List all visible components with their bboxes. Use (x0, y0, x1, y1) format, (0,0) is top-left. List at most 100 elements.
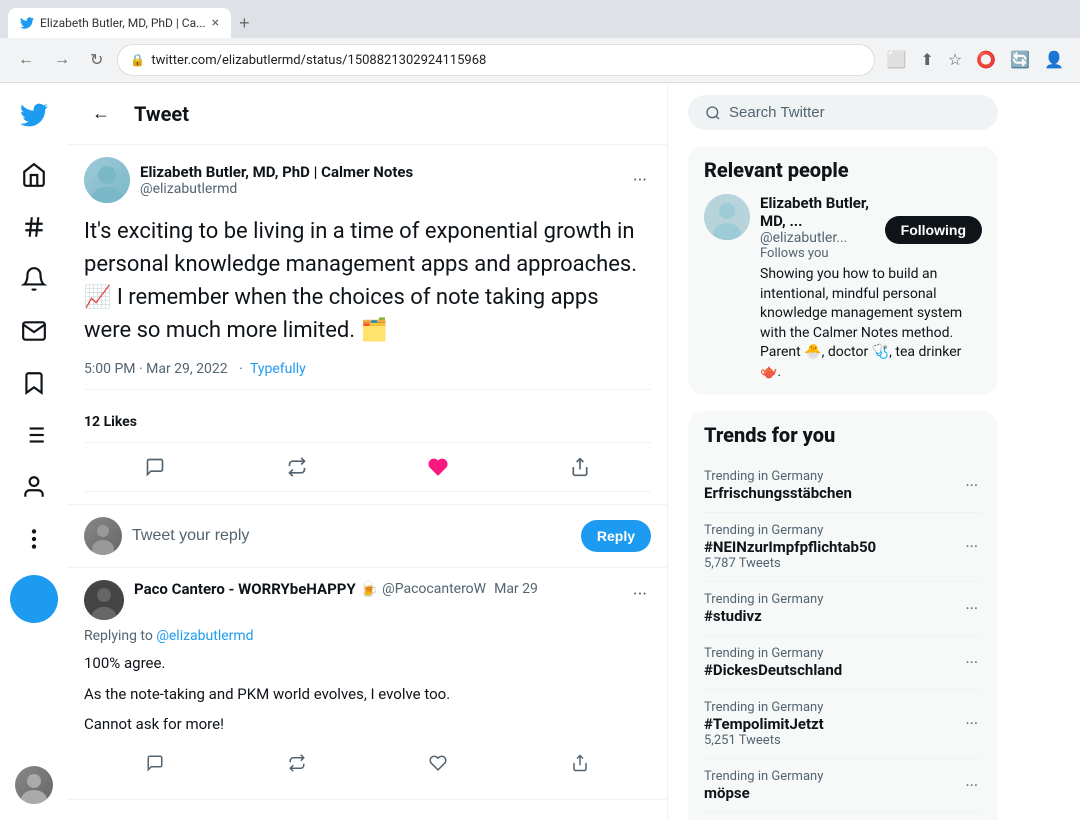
tweet-header: ← Tweet (68, 83, 667, 145)
reply-author-handle[interactable]: @PacocanteroW (382, 581, 486, 597)
reply-comment-button[interactable] (136, 748, 174, 783)
trend-more-button-4[interactable]: ··· (961, 710, 982, 737)
trend-item[interactable]: Trending in Germany Erfrischungsstäbchen… (704, 459, 982, 513)
trend-name-4: #TempolimitJetzt (704, 715, 961, 733)
trend-more-button-1[interactable]: ··· (961, 533, 982, 560)
trend-name-1: #NEINzurImpfpflichtab50 (704, 538, 961, 556)
reply-input-area: Reply (68, 505, 667, 568)
share-button[interactable]: ⬆ (916, 46, 937, 74)
tweet-author-row: Elizabeth Butler, MD, PhD | Calmer Notes… (84, 157, 651, 203)
cast-button[interactable]: ⬜ (883, 46, 911, 74)
browser-toolbar: ← → ↻ 🔒 twitter.com/elizabutlermd/status… (0, 38, 1080, 82)
tweet-meta: 5:00 PM · Mar 29, 2022 · Typefully (84, 361, 651, 390)
reply-author-row: Paco Cantero - WORRYbeHAPPY 🍺 @Pacocante… (84, 580, 651, 620)
user-icon (21, 474, 47, 500)
trend-item[interactable]: Trending in Germany #NEINzurImpfpflichta… (704, 513, 982, 582)
reply-comment-icon (146, 754, 164, 772)
reply-share-button[interactable] (561, 748, 599, 783)
comment-icon (145, 457, 165, 477)
reply-actions (84, 744, 651, 787)
tweet-via[interactable]: Typefully (250, 361, 306, 377)
refresh-button[interactable]: ↻ (84, 46, 109, 74)
rp-handle[interactable]: @elizabutler... (760, 230, 885, 246)
sidebar-item-profile[interactable] (10, 463, 58, 511)
search-input[interactable] (729, 104, 981, 121)
reply-line-3: Cannot ask for more! (84, 713, 651, 736)
reply-more-button[interactable]: ··· (629, 580, 651, 609)
reply-upload-icon (571, 754, 589, 772)
author-handle[interactable]: @elizabutlermd (140, 181, 619, 197)
twitter-logo[interactable] (10, 91, 58, 143)
twitter-favicon (20, 16, 34, 30)
trend-name-3: #DickesDeutschland (704, 661, 961, 679)
trend-more-button-3[interactable]: ··· (961, 649, 982, 676)
reply-text-input[interactable] (132, 527, 571, 545)
compose-button[interactable] (10, 575, 58, 623)
replying-to: Replying to @elizabutlermd (84, 628, 651, 644)
replying-to-label: Replying to (84, 628, 156, 644)
sidebar-item-messages[interactable] (10, 307, 58, 355)
close-tab-button[interactable]: × (212, 15, 219, 31)
retweet-action-button[interactable] (275, 449, 319, 485)
user-avatar-sidebar[interactable] (15, 766, 53, 804)
reply-like-button[interactable] (419, 748, 457, 783)
trend-item[interactable]: Trending in Germany #studivz ··· (704, 582, 982, 636)
comment-action-button[interactable] (133, 449, 177, 485)
active-tab[interactable]: Elizabeth Butler, MD, PhD | Ca... × (8, 8, 231, 38)
trend-more-button-0[interactable]: ··· (961, 472, 982, 499)
following-button[interactable]: Following (885, 216, 982, 244)
trend-more-button-2[interactable]: ··· (961, 595, 982, 622)
like-action-button[interactable] (416, 449, 460, 485)
author-name[interactable]: Elizabeth Butler, MD, PhD | Calmer Notes (140, 163, 619, 181)
author-avatar[interactable] (84, 157, 130, 203)
home-icon (21, 162, 47, 188)
trend-count-1: 5,787 Tweets (704, 556, 961, 571)
reply-author-info: Paco Cantero - WORRYbeHAPPY 🍺 @Pacocante… (134, 580, 619, 598)
tweet-likes-row: 12 Likes (84, 402, 651, 443)
reply-line-2: As the note-taking and PKM world evolves… (84, 683, 651, 706)
rp-follows: Follows you (760, 246, 885, 261)
sidebar-item-home[interactable] (10, 151, 58, 199)
new-tab-button[interactable]: + (235, 9, 254, 38)
tweet-more-button[interactable]: ··· (629, 166, 651, 195)
search-box[interactable] (688, 95, 998, 130)
trends-title: Trends for you (704, 423, 982, 447)
forward-button[interactable]: → (48, 47, 76, 73)
reply-retweet-button[interactable] (278, 748, 316, 783)
back-button[interactable]: ← (12, 47, 40, 73)
rp-info: Elizabeth Butler, MD, ... @elizabutler..… (760, 194, 982, 383)
replying-to-handle[interactable]: @elizabutlermd (156, 628, 253, 644)
address-bar[interactable]: 🔒 twitter.com/elizabutlermd/status/15088… (117, 44, 874, 76)
trend-name-5: möpse (704, 784, 961, 802)
profile-browser-button[interactable]: 👤 (1040, 46, 1068, 74)
page-title: Tweet (134, 102, 189, 126)
reply-author-avatar[interactable] (84, 580, 124, 620)
opera-button[interactable]: ⭕ (972, 46, 1000, 74)
bookmark-star-button[interactable]: ☆ (944, 46, 966, 74)
sidebar-item-lists[interactable] (10, 411, 58, 459)
back-nav-button[interactable]: ← (84, 95, 118, 132)
sidebar-item-more[interactable] (10, 515, 58, 563)
share-action-button[interactable] (558, 449, 602, 485)
extensions-button[interactable]: 🔄 (1006, 46, 1034, 74)
trend-item[interactable]: Trending in Germany möpse ··· (704, 759, 982, 813)
sidebar-item-explore[interactable] (10, 203, 58, 251)
upload-icon (570, 457, 590, 477)
reply-submit-button[interactable]: Reply (581, 520, 651, 552)
trend-location-0: Trending in Germany (704, 469, 961, 484)
search-icon (705, 105, 721, 121)
trend-item[interactable]: Trending in Germany #TempolimitJetzt 5,2… (704, 690, 982, 759)
twitter-bird-icon (20, 101, 48, 129)
trend-item[interactable]: Trending in Germany #DickesDeutschland ·… (704, 636, 982, 690)
sidebar-item-bookmarks[interactable] (10, 359, 58, 407)
trend-more-button-5[interactable]: ··· (961, 772, 982, 799)
likes-label: Likes (104, 414, 137, 430)
trend-location-4: Trending in Germany (704, 700, 961, 715)
rp-name[interactable]: Elizabeth Butler, MD, ... (760, 194, 885, 230)
sidebar-item-notifications[interactable] (10, 255, 58, 303)
reply-author-name[interactable]: Paco Cantero - WORRYbeHAPPY 🍺 (134, 580, 378, 598)
rp-avatar[interactable] (704, 194, 750, 240)
trend-location-3: Trending in Germany (704, 646, 961, 661)
toolbar-actions: ⬜ ⬆ ☆ ⭕ 🔄 👤 (883, 46, 1068, 74)
trend-info-5: Trending in Germany möpse (704, 769, 961, 802)
